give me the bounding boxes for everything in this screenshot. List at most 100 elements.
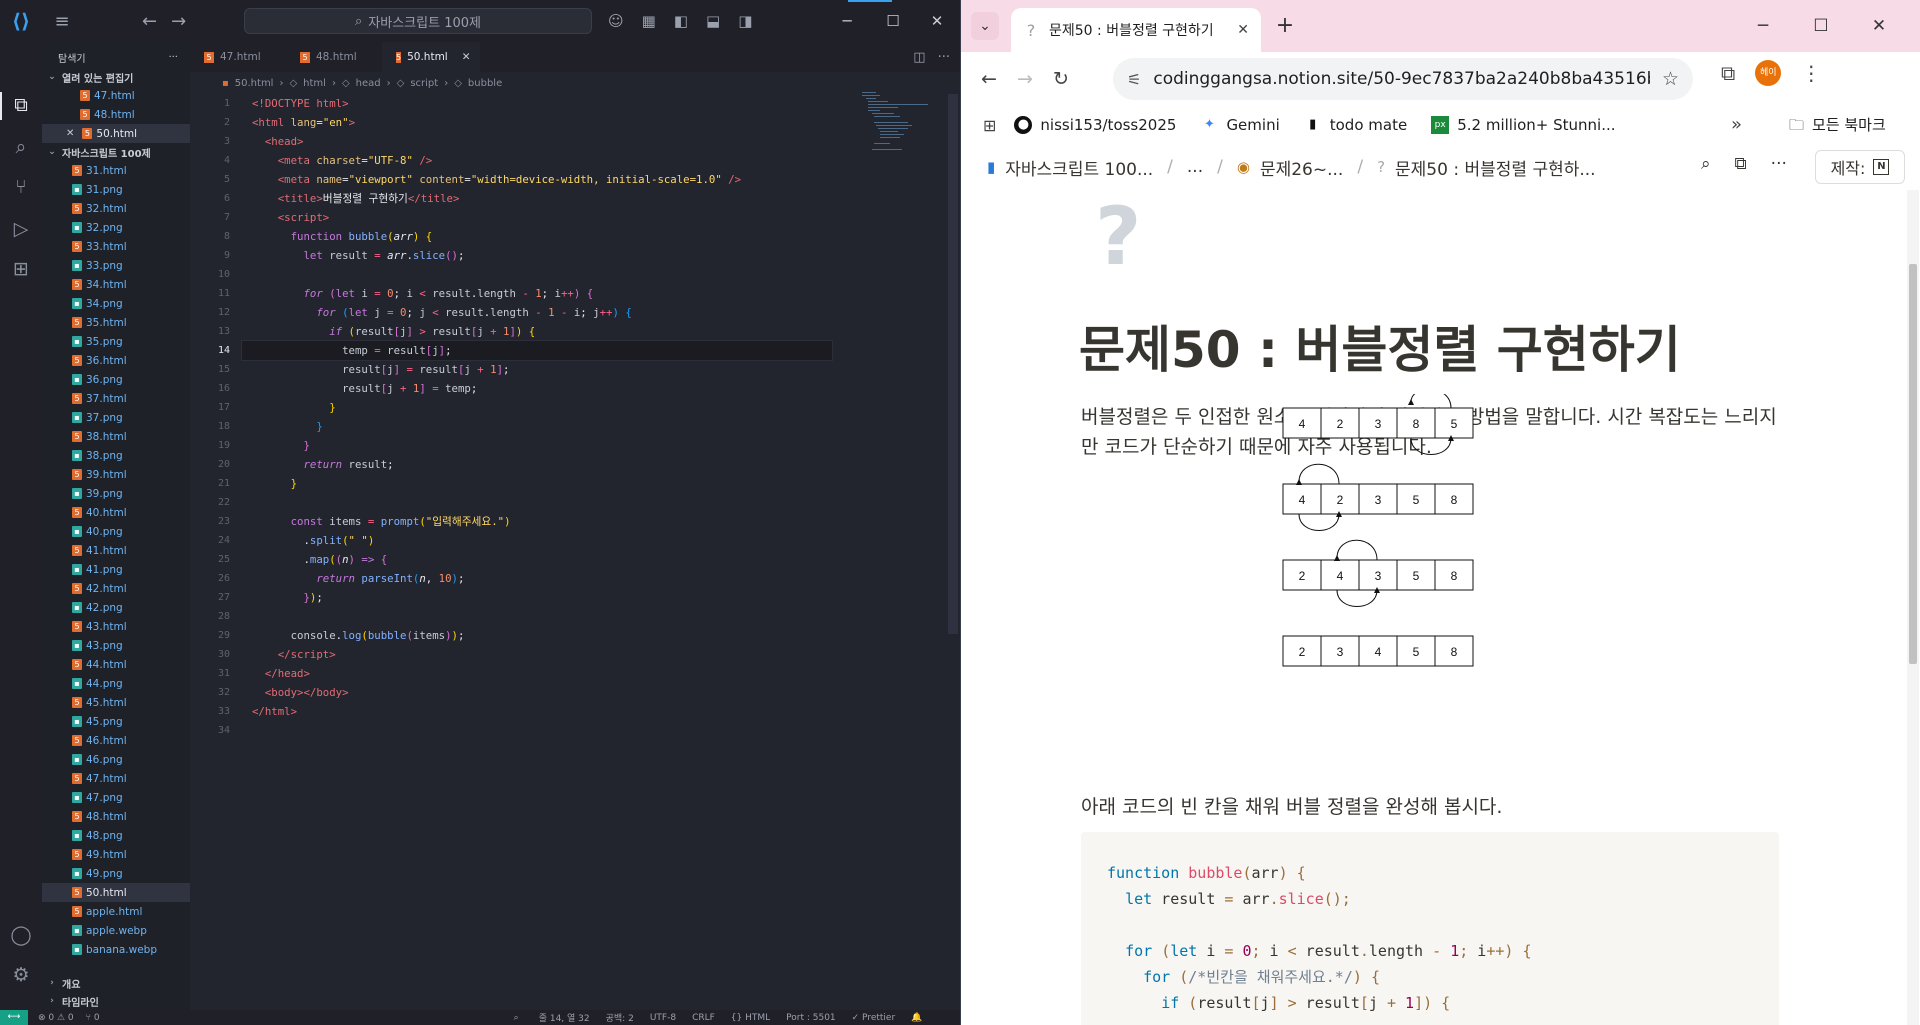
close-button[interactable]: ✕: [1851, 0, 1907, 52]
close-tab-icon[interactable]: ✕: [462, 51, 471, 63]
file-item[interactable]: ▪ 33.png: [42, 256, 190, 275]
address-bar[interactable]: ⚟ codinggangsa.notion.site/50-9ec7837ba2…: [1113, 58, 1693, 100]
file-item[interactable]: ▪ 49.png: [42, 864, 190, 883]
bookmark-star-icon[interactable]: ☆: [1662, 68, 1679, 90]
all-bookmarks-folder[interactable]: 🗀 모든 북마크: [1789, 106, 1886, 144]
file-item[interactable]: 5 37.html: [42, 389, 190, 408]
eol-status[interactable]: CRLF: [692, 1013, 715, 1023]
forward-arrow-icon[interactable]: →: [171, 11, 186, 32]
indentation-status[interactable]: 공백: 2: [606, 1011, 634, 1024]
file-item[interactable]: ▪ banana.webp: [42, 940, 190, 959]
breadcrumb-item[interactable]: 50.html: [235, 78, 274, 89]
crumb-2[interactable]: ...: [1187, 157, 1203, 177]
file-item[interactable]: 5 44.html: [42, 655, 190, 674]
file-item[interactable]: 5 33.html: [42, 237, 190, 256]
open-editor-item[interactable]: 5 48.html: [42, 105, 190, 124]
file-item[interactable]: 5 43.html: [42, 617, 190, 636]
timeline-section[interactable]: › 타임라인: [42, 992, 190, 1010]
bookmark-github[interactable]: ● nissi153/toss2025: [1014, 116, 1176, 134]
tab-47-html[interactable]: 5 47.html: [190, 42, 286, 72]
file-item[interactable]: 5 38.html: [42, 427, 190, 446]
command-search-input[interactable]: ⌕ 자바스크립트 100제: [244, 8, 592, 34]
search-icon[interactable]: ⌕: [8, 134, 34, 160]
toggle-sidebar-icon[interactable]: ◧: [674, 12, 688, 30]
account-icon[interactable]: ◯: [8, 922, 34, 948]
new-tab-button[interactable]: +: [1271, 12, 1299, 40]
explorer-icon[interactable]: ⧉: [8, 92, 34, 118]
extensions-icon[interactable]: ⊞: [8, 256, 34, 282]
file-item[interactable]: 5 36.html: [42, 351, 190, 370]
outline-section[interactable]: › 개요: [42, 974, 190, 992]
file-item[interactable]: ▪ apple.webp: [42, 921, 190, 940]
file-item[interactable]: 5 34.html: [42, 275, 190, 294]
back-icon[interactable]: ←: [971, 61, 1007, 97]
minimize-button[interactable]: ─: [824, 0, 870, 42]
file-item[interactable]: 5 45.html: [42, 693, 190, 712]
breadcrumb-item[interactable]: head: [356, 78, 381, 89]
open-editor-item[interactable]: ✕ 5 50.html: [42, 124, 190, 143]
page-scrollbar[interactable]: [1907, 190, 1919, 1025]
minimap[interactable]: [862, 92, 944, 152]
editor-scrollbar[interactable]: [948, 94, 958, 634]
toggle-panel-icon[interactable]: ⬓: [706, 12, 720, 30]
search-icon[interactable]: ⌕: [1701, 154, 1711, 174]
live-server-port[interactable]: Port : 5501: [786, 1013, 836, 1023]
file-item[interactable]: 5 apple.html: [42, 902, 190, 921]
tab-50-html[interactable]: 5 50.html ✕: [382, 42, 480, 72]
file-item[interactable]: ▪ 37.png: [42, 408, 190, 427]
file-item[interactable]: ▪ 35.png: [42, 332, 190, 351]
menu-icon[interactable]: ≡: [42, 11, 82, 32]
close-button[interactable]: ✕: [914, 0, 960, 42]
file-item[interactable]: 5 35.html: [42, 313, 190, 332]
duplicate-icon[interactable]: ⧉: [1735, 154, 1747, 174]
more-actions-icon[interactable]: ···: [168, 52, 178, 63]
file-item[interactable]: 5 50.html: [42, 883, 190, 902]
breadcrumb-item[interactable]: bubble: [468, 78, 502, 89]
tab-48-html[interactable]: 5 48.html: [286, 42, 382, 72]
copilot-icon[interactable]: ☺: [608, 12, 624, 30]
layout-customize-icon[interactable]: ▦: [642, 12, 656, 30]
minimize-button[interactable]: ─: [1735, 0, 1791, 52]
more-actions-icon[interactable]: ···: [938, 50, 950, 65]
file-item[interactable]: 5 40.html: [42, 503, 190, 522]
prettier-status[interactable]: ✓ Prettier: [852, 1013, 896, 1023]
problems-status[interactable]: ⊗ 0 ⚠ 0: [38, 1013, 74, 1023]
code-area[interactable]: <!DOCTYPE html> <html lang="en"> <head> …: [241, 94, 952, 740]
file-item[interactable]: ▪ 41.png: [42, 560, 190, 579]
notifications-icon[interactable]: 🔔: [911, 1013, 922, 1023]
bookmark-gemini[interactable]: ✦ Gemini: [1200, 116, 1280, 134]
crumb-4[interactable]: 문제50 : 버블정렬 구현하...: [1395, 155, 1596, 180]
close-tab-icon[interactable]: ✕: [1237, 22, 1249, 38]
file-item[interactable]: ▪ 32.png: [42, 218, 190, 237]
browser-tab[interactable]: ? 문제50 : 버블정렬 구현하기 ✕: [1011, 8, 1261, 52]
file-item[interactable]: ▪ 48.png: [42, 826, 190, 845]
zoom-icon[interactable]: ⌕: [514, 1013, 519, 1023]
file-item[interactable]: ▪ 42.png: [42, 598, 190, 617]
profile-avatar[interactable]: 헤이: [1755, 60, 1782, 86]
more-options-icon[interactable]: ···: [1771, 154, 1787, 174]
file-item[interactable]: ▪ 47.png: [42, 788, 190, 807]
file-item[interactable]: 5 32.html: [42, 199, 190, 218]
run-debug-icon[interactable]: ▷: [8, 216, 34, 242]
tab-search-icon[interactable]: ⌄: [971, 12, 999, 40]
breadcrumb-item[interactable]: html: [303, 78, 326, 89]
open-editors-section[interactable]: ⌄ 열려 있는 편집기: [42, 68, 190, 86]
forward-icon[interactable]: →: [1007, 61, 1043, 97]
extensions-icon[interactable]: ⧉: [1721, 61, 1735, 85]
made-with-notion-button[interactable]: 제작: N: [1815, 150, 1905, 184]
split-editor-icon[interactable]: ◫: [913, 50, 925, 65]
file-item[interactable]: 5 39.html: [42, 465, 190, 484]
bookmark-px[interactable]: px 5.2 million+ Stunni...: [1431, 116, 1616, 134]
ports-status[interactable]: ⑂ 0: [86, 1013, 100, 1023]
remote-indicator-icon[interactable]: ⟷: [0, 1010, 28, 1025]
file-item[interactable]: ▪ 34.png: [42, 294, 190, 313]
chrome-menu-icon[interactable]: ⋮: [1801, 61, 1821, 85]
encoding-status[interactable]: UTF-8: [650, 1013, 676, 1023]
file-item[interactable]: ▪ 43.png: [42, 636, 190, 655]
file-item[interactable]: 5 48.html: [42, 807, 190, 826]
file-item[interactable]: 5 41.html: [42, 541, 190, 560]
file-item[interactable]: 5 49.html: [42, 845, 190, 864]
file-item[interactable]: ▪ 38.png: [42, 446, 190, 465]
toggle-secondary-sidebar-icon[interactable]: ◨: [738, 12, 752, 30]
crumb-3[interactable]: 문제26~...: [1260, 155, 1343, 180]
